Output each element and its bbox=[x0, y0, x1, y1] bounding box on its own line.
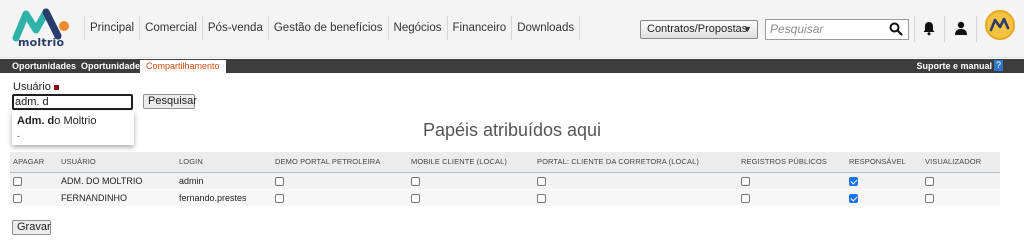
responsavel-checkbox[interactable] bbox=[849, 193, 858, 203]
main-nav: Principal Comercial Pós-venda Gestão de … bbox=[84, 16, 581, 40]
delete-checkbox[interactable] bbox=[13, 176, 22, 186]
cell-responsavel bbox=[846, 189, 922, 206]
search-input[interactable]: Pesquisar bbox=[770, 22, 823, 36]
col-visualizador: VISUALIZADOR bbox=[925, 157, 982, 167]
cell-demo bbox=[272, 189, 408, 206]
user-icon[interactable] bbox=[953, 20, 969, 36]
search-box[interactable]: Pesquisar bbox=[765, 19, 909, 40]
tab-bar: Oportunidades Oportunidade Compartilhame… bbox=[0, 59, 1024, 73]
roles-table: APAGAR USUÁRIO LOGIN DEMO PORTAL PETROLE… bbox=[10, 152, 1000, 207]
bell-icon[interactable] bbox=[921, 20, 937, 36]
visualizador-checkbox[interactable] bbox=[925, 193, 934, 203]
nav-negocios[interactable]: Negócios bbox=[387, 16, 447, 40]
col-portal-cliente-corretora: PORTAL: CLIENTE DA CORRETORA (LOCAL) bbox=[537, 157, 699, 167]
required-marker bbox=[53, 84, 59, 90]
context-select-value: Contratos/Propostas bbox=[647, 23, 748, 35]
visualizador-checkbox[interactable] bbox=[925, 176, 934, 186]
col-login: LOGIN bbox=[179, 157, 203, 167]
cell-apagar bbox=[10, 189, 58, 206]
tab-compartilhamento[interactable]: Compartilhamento bbox=[140, 60, 226, 73]
header-divider bbox=[944, 16, 945, 42]
table-row: ADM. DO MOLTRIO admin bbox=[10, 172, 1000, 189]
avatar-logo-icon bbox=[989, 17, 1010, 32]
search-icon[interactable] bbox=[889, 22, 903, 36]
col-mobile-cliente: MOBILE CLIENTE (LOCAL) bbox=[411, 157, 507, 167]
cell-visualizador bbox=[922, 189, 1000, 206]
usuario-label-text: Usuário bbox=[13, 81, 51, 93]
nav-principal[interactable]: Principal bbox=[84, 16, 139, 40]
cell-visualizador bbox=[922, 172, 1000, 189]
cell-demo bbox=[272, 172, 408, 189]
table-header-row: APAGAR USUÁRIO LOGIN DEMO PORTAL PETROLE… bbox=[10, 152, 1000, 172]
avatar[interactable] bbox=[985, 10, 1015, 40]
chevron-down-icon: ▼ bbox=[743, 24, 752, 34]
context-select[interactable]: Contratos/Propostas ▼ bbox=[640, 20, 758, 39]
cell-registros bbox=[738, 189, 846, 206]
pesquisar-button[interactable]: Pesquisar bbox=[143, 94, 197, 109]
cell-usuario: FERNANDINHO bbox=[61, 192, 128, 203]
tab-oportunidade[interactable]: Oportunidade bbox=[81, 60, 140, 73]
nav-downloads[interactable]: Downloads bbox=[511, 16, 581, 40]
cell-responsavel bbox=[846, 172, 922, 189]
nav-financeiro[interactable]: Financeiro bbox=[446, 16, 512, 40]
col-apagar: APAGAR bbox=[13, 157, 45, 167]
mobile-cliente-checkbox[interactable] bbox=[411, 193, 420, 203]
demo-portal-checkbox[interactable] bbox=[275, 193, 284, 203]
section-title: Papéis atribuídos aqui bbox=[422, 120, 602, 140]
cell-login: fernando.prestes bbox=[179, 192, 247, 203]
header-divider bbox=[914, 16, 915, 42]
tab-oportunidades[interactable]: Oportunidades bbox=[12, 60, 76, 73]
portal-cliente-checkbox[interactable] bbox=[537, 176, 546, 186]
col-usuario: USUÁRIO bbox=[61, 157, 96, 167]
registros-publicos-checkbox[interactable] bbox=[741, 176, 750, 186]
portal-cliente-checkbox[interactable] bbox=[537, 193, 546, 203]
nav-gestao-beneficios[interactable]: Gestão de benefícios bbox=[267, 16, 388, 40]
col-registros-publicos: REGISTROS PÚBLICOS bbox=[741, 157, 827, 167]
demo-portal-checkbox[interactable] bbox=[275, 176, 284, 186]
cell-apagar bbox=[10, 172, 58, 189]
usuario-label: Usuário bbox=[13, 81, 59, 93]
table-row: FERNANDINHO fernando.prestes bbox=[10, 189, 1000, 206]
help-icon[interactable]: ? bbox=[994, 60, 1003, 71]
mobile-cliente-checkbox[interactable] bbox=[411, 176, 420, 186]
cell-usuario: ADM. DO MOLTRIO bbox=[61, 175, 143, 186]
support-manual-link[interactable]: Suporte e manual bbox=[916, 60, 992, 72]
logo-wordmark: moltrio bbox=[18, 36, 65, 49]
cell-registros bbox=[738, 172, 846, 189]
cell-login: admin bbox=[179, 175, 204, 186]
header-divider bbox=[976, 16, 977, 42]
gravar-button[interactable]: Gravar bbox=[12, 220, 51, 235]
usuario-input[interactable]: adm. d bbox=[12, 94, 133, 110]
col-demo-portal-petroleira: DEMO PORTAL PETROLEIRA bbox=[275, 157, 381, 167]
nav-comercial[interactable]: Comercial bbox=[139, 16, 202, 40]
cell-portal bbox=[534, 189, 738, 206]
cell-portal bbox=[534, 172, 738, 189]
cell-mobile bbox=[408, 172, 534, 189]
delete-checkbox[interactable] bbox=[13, 193, 22, 203]
nav-pos-venda[interactable]: Pós-venda bbox=[201, 16, 268, 40]
top-header: moltrio Principal Comercial Pós-venda Ge… bbox=[0, 0, 1024, 58]
responsavel-checkbox[interactable] bbox=[849, 176, 858, 186]
registros-publicos-checkbox[interactable] bbox=[741, 193, 750, 203]
cell-mobile bbox=[408, 189, 534, 206]
col-responsavel: RESPONSÁVEL bbox=[849, 157, 906, 167]
